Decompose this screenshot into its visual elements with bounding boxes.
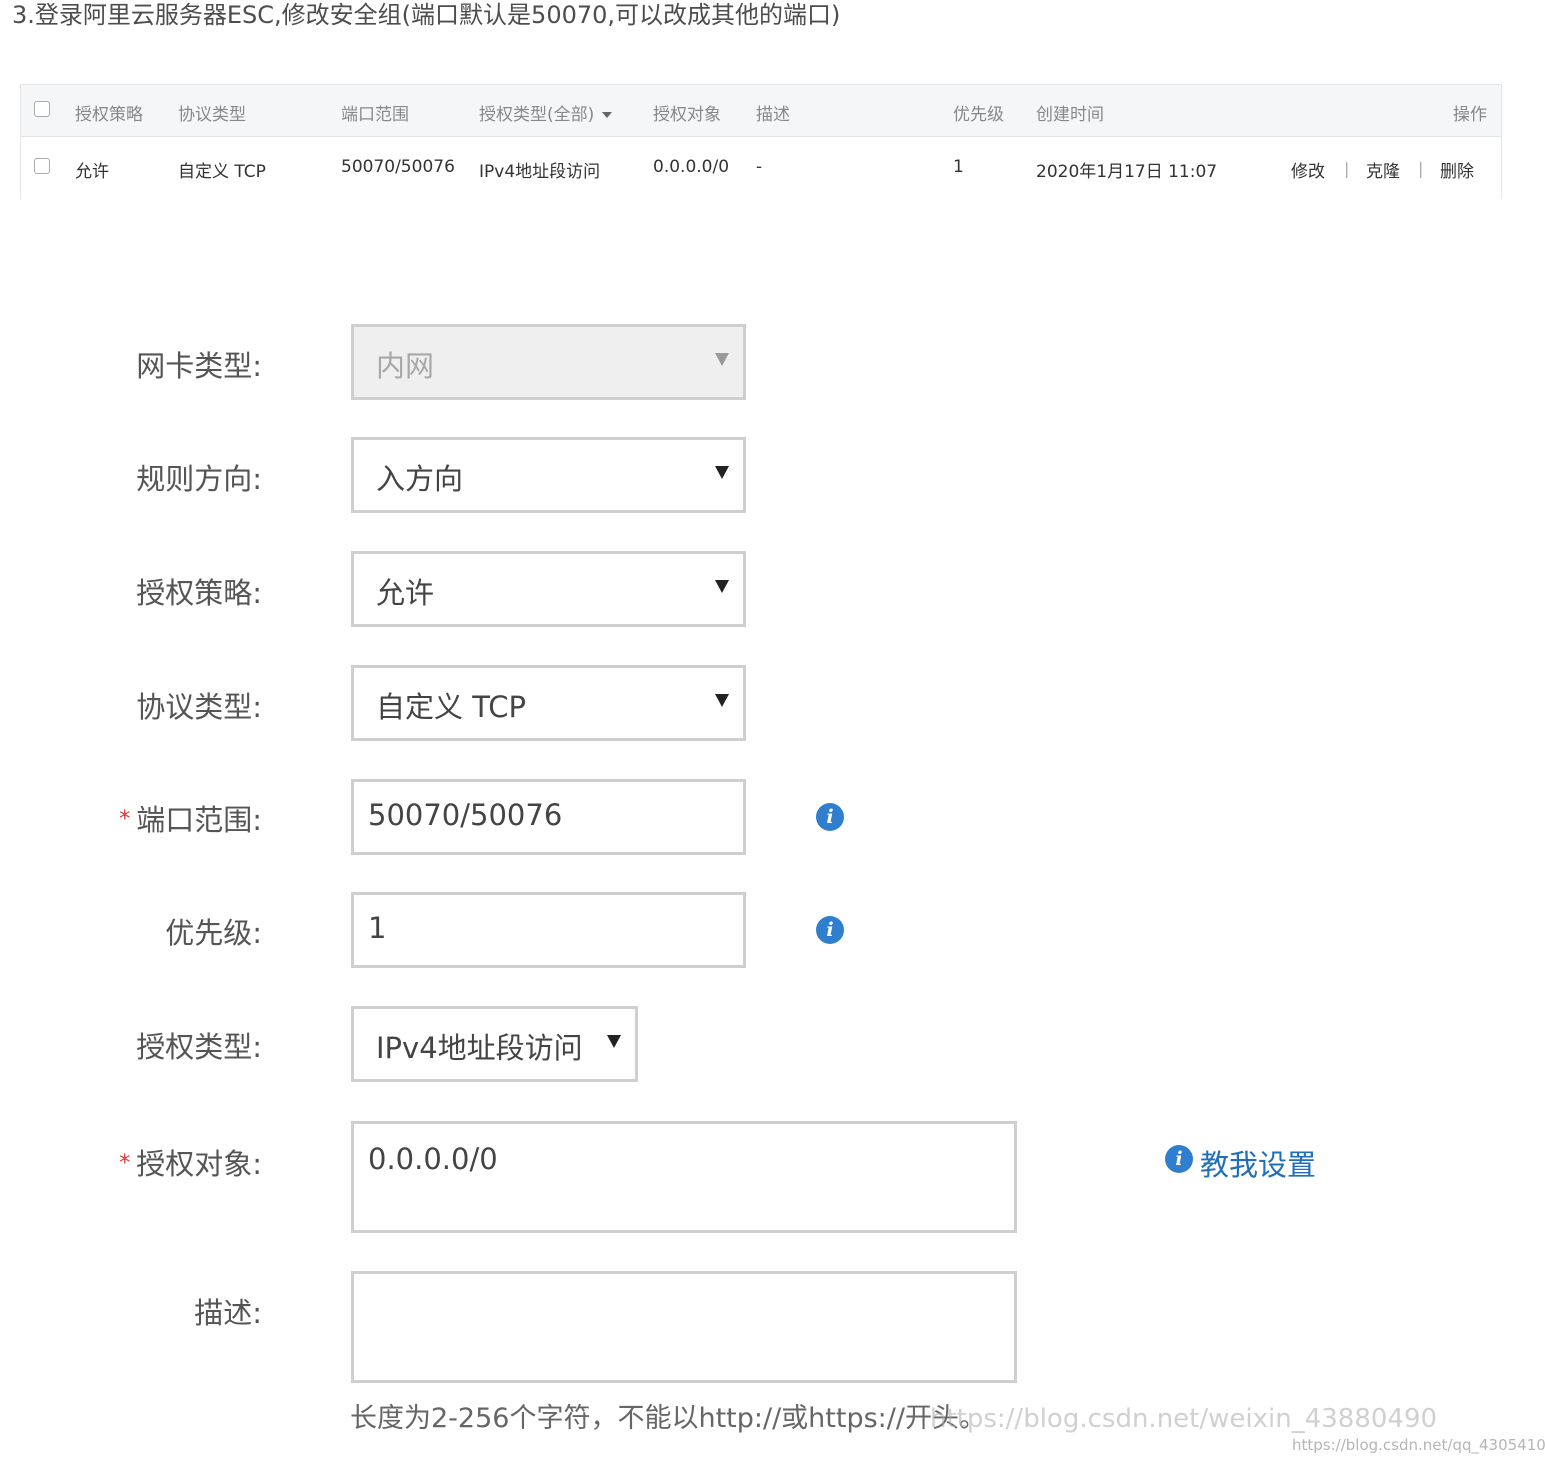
row-created: 2020年1月17日 11:07 [1036,162,1218,182]
col-description[interactable]: 描述 [756,100,790,125]
protocol-select[interactable]: 自定义 TCP [351,665,746,741]
teach-me-link[interactable]: 教我设置 [1200,1142,1316,1184]
dropdown-arrow-icon [715,694,729,707]
policy-select[interactable]: 允许 [351,551,746,627]
required-mark: * [119,807,131,832]
priority-label: 优先级: [165,916,262,950]
port-range-label: * 端口范围: [119,797,262,839]
col-policy[interactable]: 授权策略 [75,100,143,125]
col-auth-type-label: 授权类型(全部) [479,105,595,125]
info-icon: i [1165,1145,1193,1173]
col-actions: 操作 [1453,105,1487,125]
direction-select[interactable]: 入方向 [351,437,746,513]
required-mark: * [119,1151,131,1176]
row-auth-object: 0.0.0.0/0 [653,157,730,177]
col-priority[interactable]: 优先级 [953,100,1004,125]
col-auth-object[interactable]: 授权对象 [653,100,721,125]
row-protocol: 自定义 TCP [178,162,266,182]
auth-type-value: IPv4地址段访问 [376,1031,583,1065]
col-auth-type-filter[interactable]: 授权类型(全部) [479,100,613,125]
port-range-info-icon[interactable]: i [816,803,844,831]
port-range-input[interactable]: 50070/50076 [351,779,746,855]
dropdown-arrow-icon [715,466,729,479]
row-auth-type: IPv4地址段访问 [479,162,601,182]
protocol-label: 协议类型: [136,690,262,724]
rules-table: 授权策略 协议类型 端口范围 授权类型(全部) 授权对象 描述 优先级 创建时间… [20,84,1502,199]
row-priority: 1 [953,157,964,177]
dropdown-arrow-icon [715,580,729,593]
priority-info-icon[interactable]: i [816,916,844,944]
col-protocol[interactable]: 协议类型 [178,100,246,125]
direction-value: 入方向 [376,462,464,496]
row-port: 50070/50076 [341,157,455,177]
clone-link[interactable]: 克隆 [1366,157,1400,182]
policy-label: 授权策略: [136,576,262,610]
col-port[interactable]: 端口范围 [341,100,409,125]
action-separator: | [1418,159,1424,178]
description-hint: 长度为2-256个字符，不能以http://或https://开头。 [350,1403,986,1434]
caret-down-icon [602,112,613,118]
auth-type-label: 授权类型: [136,1030,262,1064]
direction-label: 规则方向: [136,462,262,496]
delete-link[interactable]: 删除 [1440,157,1474,182]
watermark-corner: https://blog.csdn.net/qq_43054104 [1292,1436,1545,1454]
priority-value: 1 [368,911,387,945]
dropdown-arrow-icon [607,1035,621,1048]
dropdown-arrow-icon [715,353,729,366]
row-description: - [756,157,763,177]
auth-object-value: 0.0.0.0/0 [368,1142,498,1176]
watermark: https://blog.csdn.net/weixin_43880490 [930,1404,1438,1434]
policy-value: 允许 [376,576,435,610]
row-policy: 允许 [75,162,109,182]
port-range-value: 50070/50076 [368,798,563,832]
col-created[interactable]: 创建时间 [1036,100,1104,125]
select-all-checkbox[interactable] [34,101,50,117]
nic-type-label: 网卡类型: [136,349,262,383]
edit-link[interactable]: 修改 [1291,157,1325,182]
description-label: 描述: [194,1296,262,1330]
nic-type-select: 内网 [351,324,746,400]
page-heading: 3.登录阿里云服务器ESC,修改安全组(端口默认是50070,可以改成其他的端口… [12,1,841,29]
port-range-label-text: 端口范围: [136,803,262,837]
table-header: 授权策略 协议类型 端口范围 授权类型(全部) 授权对象 描述 优先级 创建时间… [21,85,1501,137]
auth-type-select[interactable]: IPv4地址段访问 [351,1006,638,1082]
action-separator: | [1344,159,1350,178]
description-textarea[interactable] [351,1271,1017,1383]
protocol-value: 自定义 TCP [376,690,526,724]
auth-object-textarea[interactable]: 0.0.0.0/0 [351,1121,1017,1233]
priority-input[interactable]: 1 [351,892,746,968]
auth-object-label: * 授权对象: [119,1141,262,1183]
auth-object-label-text: 授权对象: [136,1147,262,1181]
row-checkbox[interactable] [34,158,50,174]
nic-type-value: 内网 [376,349,435,383]
